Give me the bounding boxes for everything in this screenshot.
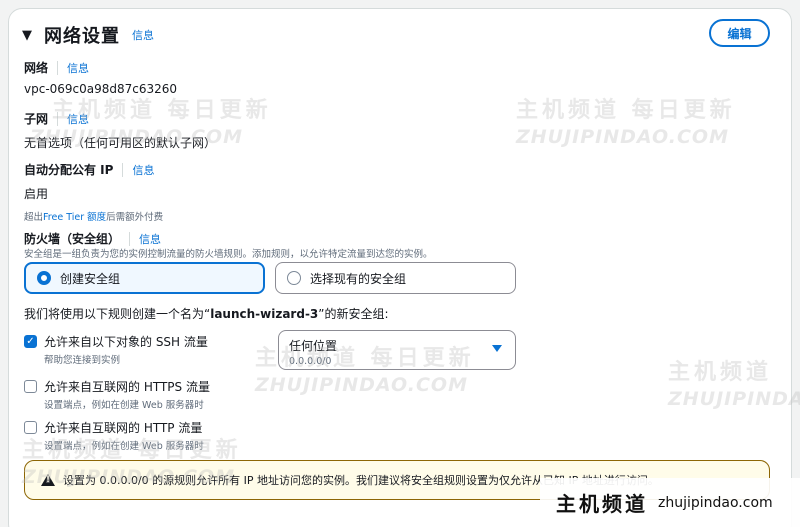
subnet-label-row: 子网 信息 [24, 110, 89, 127]
brand-name: 主机频道 [556, 492, 648, 516]
rules-intro-suffix: ”的新安全组: [318, 307, 389, 321]
public-ip-label-row: 自动分配公有 IP 信息 [24, 161, 154, 178]
http-rule-row: 允许来自互联网的 HTTP 流量 设置端点，例如在创建 Web 服务器时 [24, 419, 204, 452]
ssh-source-cidr: 0.0.0.0/0 [289, 356, 332, 367]
subnet-info-link[interactable]: 信息 [67, 111, 89, 127]
edit-button[interactable]: 编辑 [709, 19, 770, 47]
ssh-source-value: 任何位置 [289, 339, 338, 353]
http-checkbox[interactable] [24, 421, 37, 434]
caret-down-icon[interactable]: ▼ [22, 28, 32, 43]
firewall-label: 防火墙（安全组） [24, 232, 121, 246]
free-tier-note-prefix: 超出 [24, 212, 44, 223]
ssh-rule-row: ✓ 允许来自以下对象的 SSH 流量 帮助您连接到实例 [24, 333, 208, 366]
public-ip-label: 自动分配公有 IP [24, 163, 114, 177]
subnet-label: 子网 [24, 112, 49, 126]
dropdown-arrow-icon[interactable] [492, 345, 502, 352]
network-label-row: 网络 信息 [24, 59, 89, 76]
public-ip-value: 启用 [24, 187, 49, 201]
divider [57, 60, 59, 75]
divider [122, 162, 124, 177]
select-existing-security-group-option[interactable]: 选择现有的安全组 [275, 262, 516, 294]
divider [129, 231, 131, 246]
https-checkbox[interactable] [24, 380, 37, 393]
divider [57, 111, 59, 126]
section-header: ▼ 网络设置 信息 [22, 22, 154, 48]
http-rule-label: 允许来自互联网的 HTTP 流量 [44, 421, 203, 435]
brand-url: zhujipindao.com [658, 494, 773, 511]
free-tier-link[interactable]: Free Tier 额度 [43, 212, 106, 223]
select-existing-security-group-label: 选择现有的安全组 [310, 271, 407, 286]
section-title: 网络设置 [44, 26, 120, 47]
http-rule-description: 设置端点，例如在创建 Web 服务器时 [44, 441, 204, 452]
ssh-rule-label: 允许来自以下对象的 SSH 流量 [44, 335, 208, 349]
create-security-group-option[interactable]: 创建安全组 [24, 262, 265, 294]
network-value: vpc-069c0a98d87c63260 [24, 82, 178, 96]
https-rule-row: 允许来自互联网的 HTTPS 流量 设置端点，例如在创建 Web 服务器时 [24, 378, 210, 411]
free-tier-note: 超出Free Tier 额度后需额外付费 [24, 209, 163, 223]
radio-selected-icon[interactable] [37, 271, 51, 285]
ssh-source-select[interactable]: 任何位置 0.0.0.0/0 [278, 330, 516, 370]
public-ip-info-link[interactable]: 信息 [132, 162, 154, 178]
warning-icon [41, 474, 55, 486]
radio-unselected-icon[interactable] [287, 271, 301, 285]
create-security-group-label: 创建安全组 [60, 271, 121, 286]
free-tier-note-suffix: 后需额外付费 [106, 212, 164, 223]
firewall-description: 安全组是一组负责为您的实例控制流量的防火墙规则。添加规则，以允许特定流量到达您的… [24, 249, 433, 260]
https-rule-description: 设置端点，例如在创建 Web 服务器时 [44, 400, 204, 411]
firewall-info-link[interactable]: 信息 [139, 231, 161, 247]
ssh-rule-description: 帮助您连接到实例 [44, 355, 121, 366]
rules-intro-prefix: 我们将使用以下规则创建一个名为“ [24, 307, 211, 321]
https-rule-label: 允许来自互联网的 HTTPS 流量 [44, 380, 210, 394]
network-info-link[interactable]: 信息 [67, 60, 89, 76]
ssh-checkbox[interactable]: ✓ [24, 335, 37, 348]
network-label: 网络 [24, 61, 49, 75]
firewall-label-row: 防火墙（安全组） 信息 [24, 230, 161, 247]
brand-logo: 主机频道 zhujipindao.com [540, 478, 800, 527]
security-group-name: launch-wizard-3 [210, 307, 319, 321]
rules-intro: 我们将使用以下规则创建一个名为“launch-wizard-3”的新安全组: [24, 305, 389, 322]
section-info-link[interactable]: 信息 [132, 27, 154, 43]
subnet-value: 无首选项（任何可用区的默认子网） [24, 136, 217, 150]
